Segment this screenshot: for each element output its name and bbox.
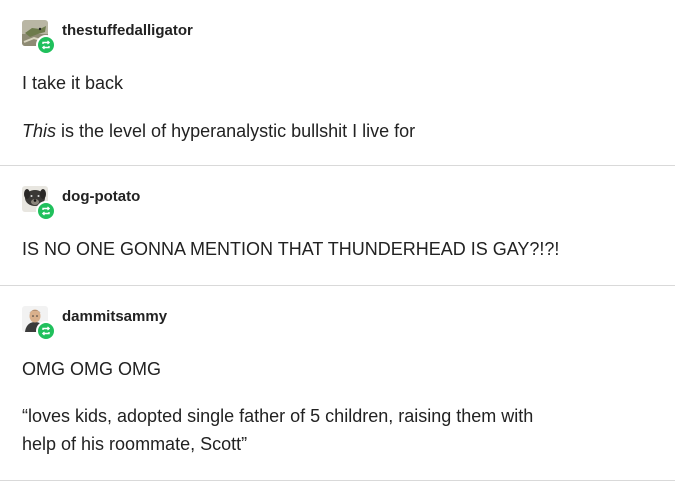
username-link[interactable]: dammitsammy [62,308,167,325]
emphasized-text: This [22,121,57,141]
post-dammitsammy: dammitsammy OMG OMG OMG “loves kids, ado… [0,286,675,476]
reblog-icon [36,35,56,55]
post-text-line: OMG OMG OMG [22,359,161,379]
username-link[interactable]: thestuffedalligator [62,22,193,39]
post-thestuffedalligator: thestuffedalligator I take it back This … [0,0,675,165]
post-text-line: IS NO ONE GONNA MENTION THAT THUNDERHEAD… [22,239,560,259]
post-divider [0,480,675,481]
reblog-icon [36,201,56,221]
username-link[interactable]: dog-potato [62,188,140,205]
post-text-line: help of his roommate, Scott” [22,434,248,454]
reblog-icon [36,321,56,341]
post-text-line: This is the level of hyperanalystic bull… [22,121,416,141]
post-text-line: “loves kids, adopted single father of 5 … [22,406,534,426]
post-text-line: I take it back [22,73,124,93]
post-dog-potato: dog-potato IS NO ONE GONNA MENTION THAT … [0,166,675,285]
